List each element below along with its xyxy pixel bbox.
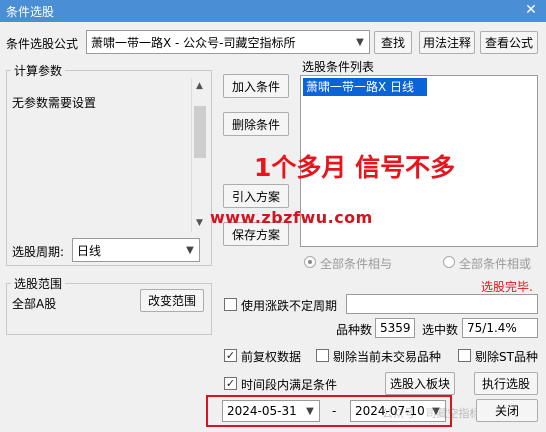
to-block-button[interactable]: 选股入板块 bbox=[385, 372, 455, 395]
or-label: 全部条件相或 bbox=[459, 257, 532, 271]
title-bar: 条件选股 ✕ bbox=[0, 0, 546, 22]
range-legend: 选股范围 bbox=[11, 275, 66, 292]
params-scrollbar[interactable]: ▲ ▼ bbox=[191, 78, 208, 232]
close-button[interactable]: 关闭 bbox=[476, 399, 538, 422]
add-condition-button[interactable]: 加入条件 bbox=[223, 74, 289, 98]
and-label: 全部条件相与 bbox=[320, 257, 393, 271]
variety-count-label: 品种数 bbox=[336, 323, 373, 337]
exclude-st-label: 剔除ST品种 bbox=[475, 350, 538, 364]
selected-count-field: 75/1.4% bbox=[462, 318, 538, 338]
variety-count-value: 5359 bbox=[380, 321, 411, 335]
change-range-button[interactable]: 改变范围 bbox=[140, 289, 204, 312]
formula-label: 条件选股公式 bbox=[6, 37, 79, 51]
selected-count-label: 选中数 bbox=[422, 323, 459, 337]
exclude-untraded-label: 剔除当前未交易品种 bbox=[333, 350, 442, 364]
condition-item-selected[interactable]: 萧啸一带一路X 日线 bbox=[303, 78, 427, 96]
delete-condition-button[interactable]: 删除条件 bbox=[223, 112, 289, 136]
status-text: 选股完毕. bbox=[481, 280, 533, 294]
scroll-up-icon[interactable]: ▲ bbox=[196, 81, 203, 91]
adjusted-label: 前复权数据 bbox=[241, 350, 302, 364]
period-label: 选股周期: bbox=[12, 245, 65, 259]
or-radio[interactable] bbox=[443, 256, 455, 268]
condition-item-label: 萧啸一带一路X 日线 bbox=[306, 80, 415, 94]
uncertain-period-label: 使用涨跌不定周期 bbox=[241, 299, 338, 313]
period-chevron-down-icon[interactable]: ▼ bbox=[182, 242, 198, 258]
variety-count-field: 5359 bbox=[375, 318, 415, 338]
uncertain-period-checkbox[interactable] bbox=[224, 298, 237, 311]
close-icon[interactable]: ✕ bbox=[520, 1, 542, 20]
formula-select[interactable]: 萧啸一带一路X - 公众号-司藏空指标所 bbox=[86, 30, 370, 54]
find-button[interactable]: 查找 bbox=[374, 31, 412, 54]
params-legend: 计算参数 bbox=[11, 62, 66, 79]
and-radio[interactable] bbox=[304, 256, 316, 268]
watermark-url: www.zbzfwu.com bbox=[210, 208, 373, 227]
window-title: 条件选股 bbox=[6, 5, 55, 19]
exclude-st-checkbox[interactable] bbox=[458, 349, 471, 362]
period-select[interactable]: 日线 bbox=[72, 238, 200, 262]
period-value: 日线 bbox=[77, 243, 102, 258]
time-condition-label: 时间段内满足条件 bbox=[241, 378, 338, 392]
scroll-thumb[interactable] bbox=[194, 106, 206, 158]
range-value: 全部A股 bbox=[12, 297, 57, 311]
condition-list-label: 选股条件列表 bbox=[302, 60, 375, 74]
run-button[interactable]: 执行选股 bbox=[474, 372, 538, 395]
scroll-down-icon[interactable]: ▼ bbox=[196, 218, 203, 228]
view-formula-button[interactable]: 查看公式 bbox=[480, 31, 538, 54]
usage-button[interactable]: 用法注释 bbox=[419, 31, 475, 54]
params-message: 无参数需要设置 bbox=[12, 96, 97, 110]
adjusted-checkbox[interactable]: ✓ bbox=[224, 349, 237, 362]
uncertain-period-input[interactable] bbox=[346, 294, 538, 314]
time-condition-checkbox[interactable]: ✓ bbox=[224, 377, 237, 390]
chevron-down-icon[interactable]: ▼ bbox=[352, 34, 368, 50]
promo-overlay-text: 1个多月 信号不多 bbox=[254, 153, 456, 182]
selected-count-value: 75/1.4% bbox=[467, 321, 517, 335]
exclude-untraded-checkbox[interactable] bbox=[316, 349, 329, 362]
import-scheme-button[interactable]: 引入方案 bbox=[223, 184, 289, 208]
formula-value: 萧啸一带一路X - 公众号-司藏空指标所 bbox=[91, 35, 296, 50]
